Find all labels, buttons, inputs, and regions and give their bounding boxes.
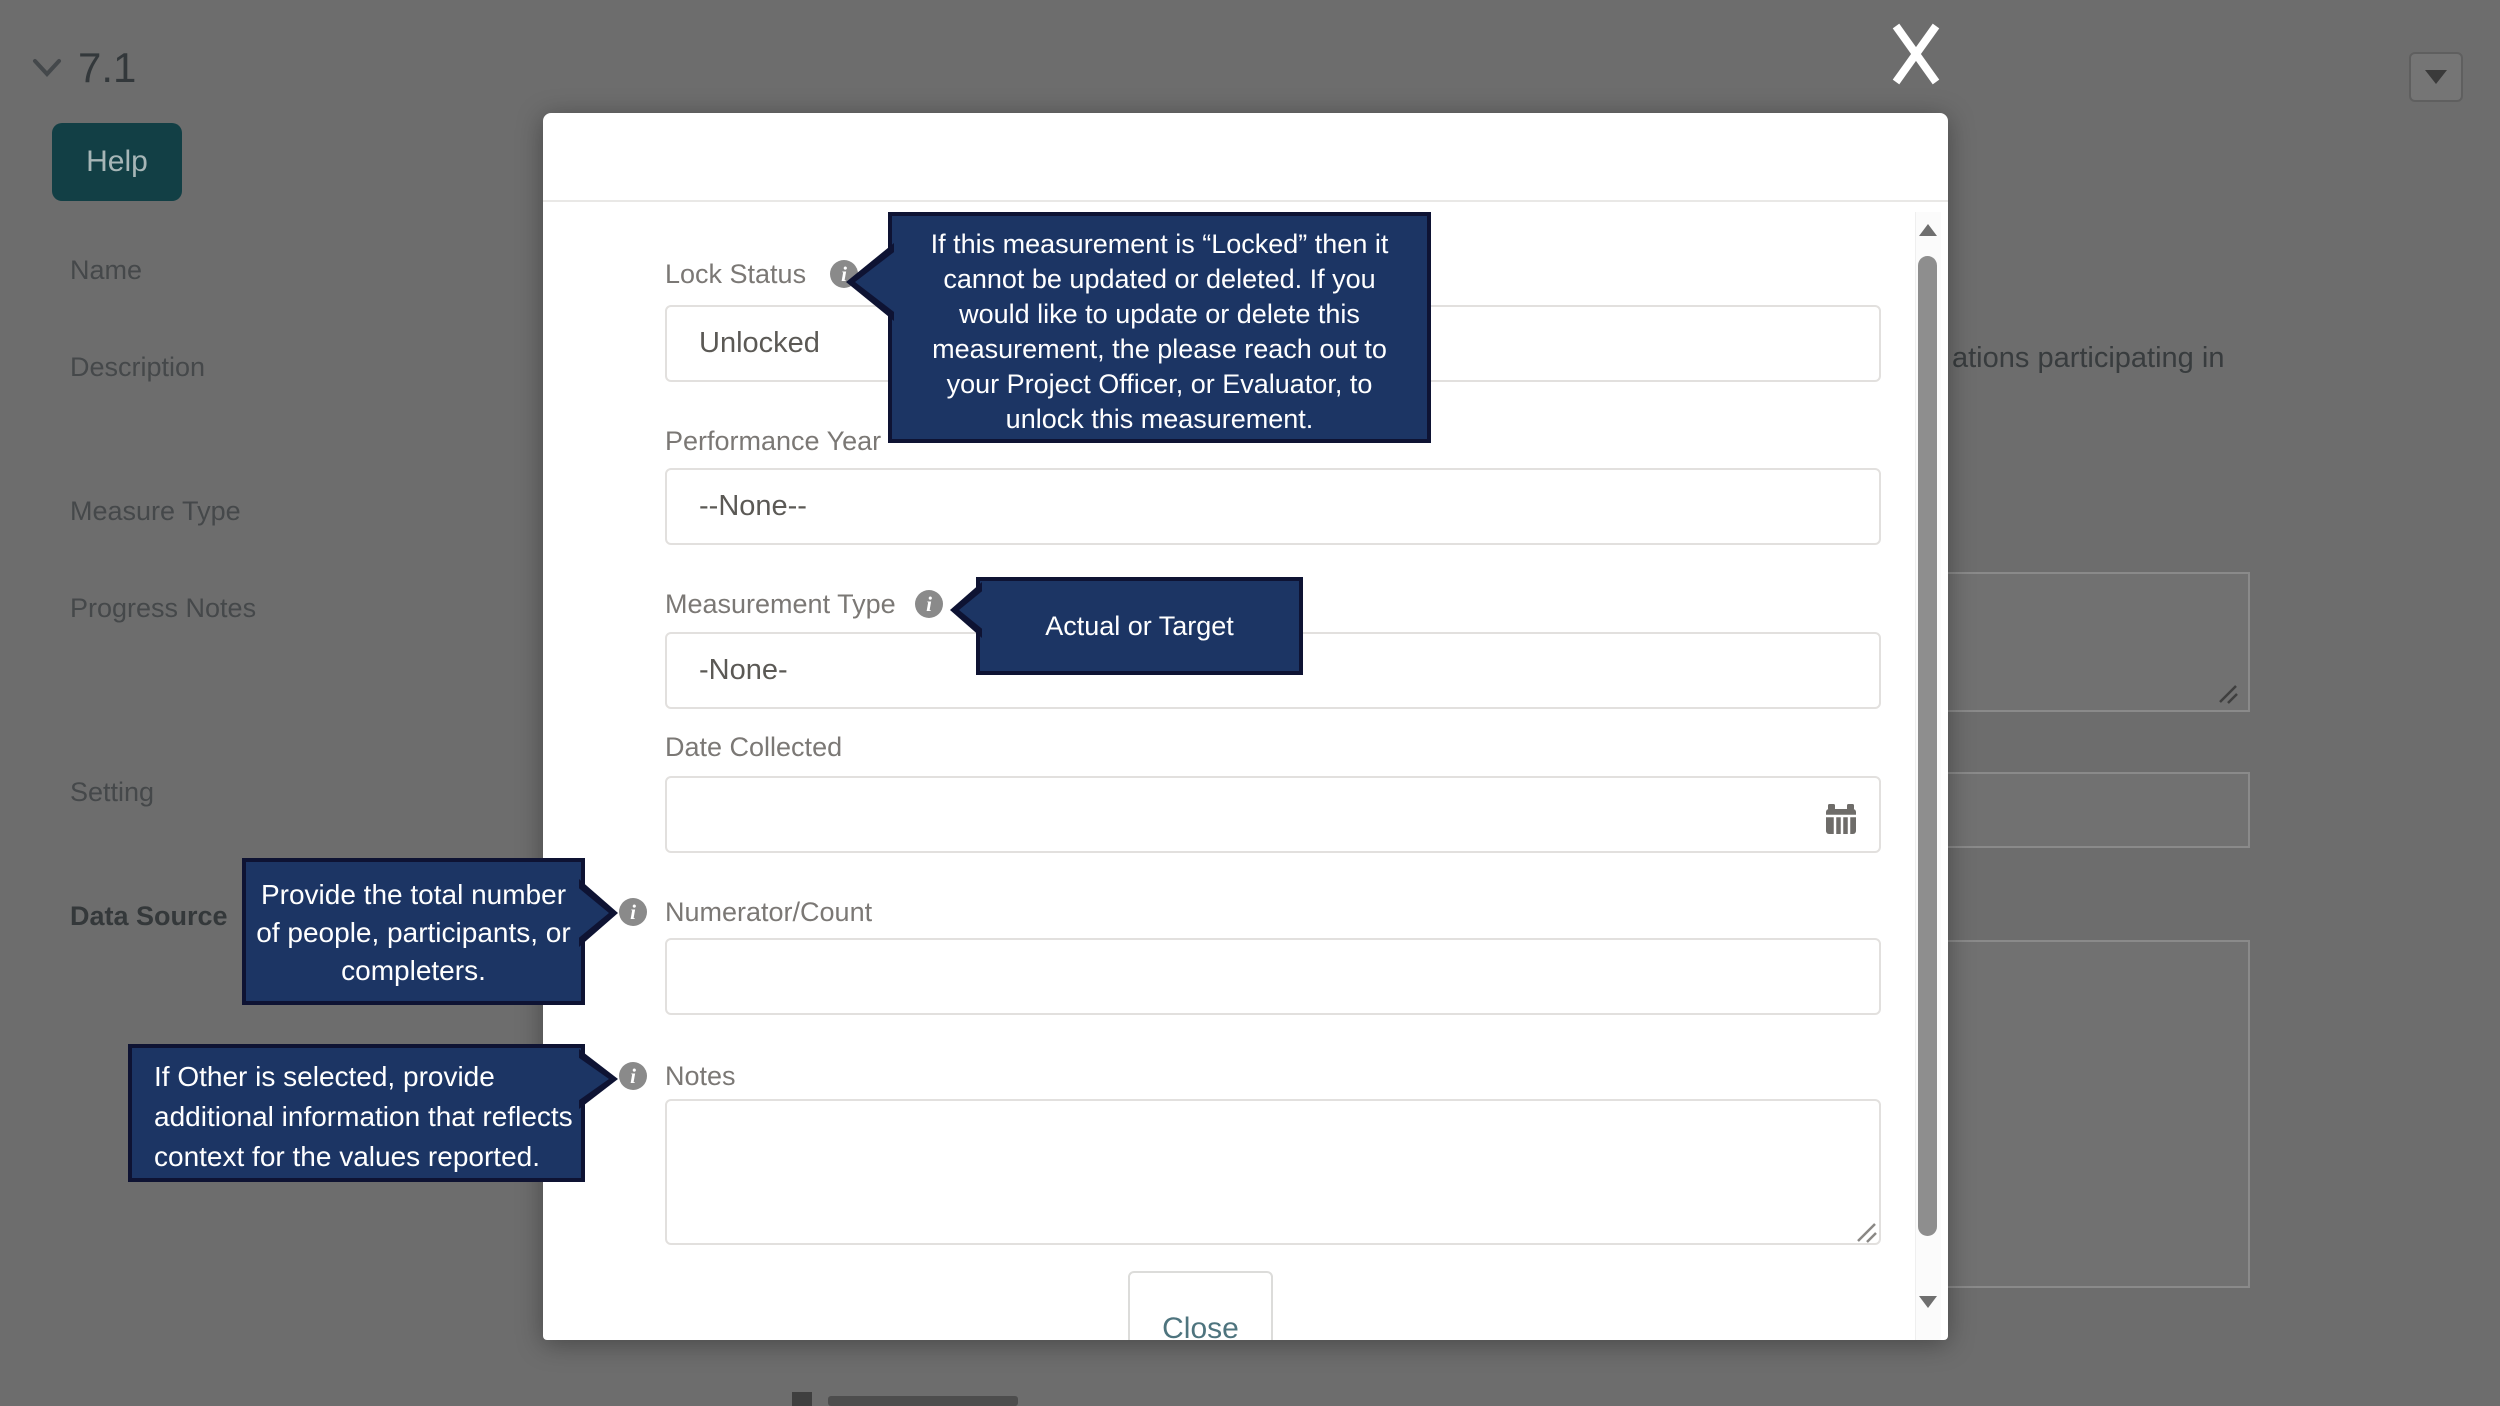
tooltip-line: completers.	[341, 955, 486, 986]
tooltip-line: additional information that reflects	[154, 1101, 573, 1132]
tooltip-line: Provide the total number	[260, 879, 567, 910]
measurement-type-tooltip-arrow	[950, 582, 982, 638]
bg-label-name: Name	[70, 255, 143, 285]
date-collected-label: Date Collected	[665, 732, 843, 762]
date-collected-input[interactable]	[665, 776, 1881, 853]
bg-setting-input-fragment	[1946, 772, 2250, 848]
tooltip-line: If this measurement is “Locked” then it	[930, 229, 1389, 259]
description-text-fragment: ations participating in	[1952, 342, 2225, 374]
bg-dropdown-button	[2409, 52, 2463, 102]
numerator-input[interactable]	[665, 938, 1881, 1015]
textarea-resize-handle[interactable]	[1853, 1219, 1879, 1245]
section-label: 7.1	[78, 44, 137, 91]
numerator-label: Numerator/Count	[665, 897, 873, 927]
bg-label-description: Description	[70, 352, 206, 382]
notes-textarea[interactable]	[665, 1099, 1881, 1245]
tooltip-line: Actual or Target	[1045, 611, 1234, 641]
triangle-down-icon	[1919, 1296, 1937, 1308]
close-button[interactable]: Close	[1128, 1271, 1273, 1340]
lock-status-tooltip-arrow	[846, 243, 894, 321]
modal-header-divider	[543, 200, 1948, 202]
partial-checkbox	[792, 1392, 812, 1406]
bg-label-setting: Setting	[70, 777, 155, 807]
bg-progress-notes-textarea-fragment	[1946, 572, 2250, 712]
numerator-info-icon[interactable]: i	[619, 898, 647, 926]
lock-status-label: Lock Status	[665, 259, 807, 289]
close-icon[interactable]	[1890, 20, 1942, 88]
tooltip-line: If Other is selected, provide	[154, 1061, 495, 1092]
triangle-up-icon	[1919, 224, 1937, 236]
scroll-up-arrow[interactable]	[1917, 221, 1939, 239]
caret-down-icon	[2425, 70, 2447, 84]
notes-tooltip: If Other is selected, provide additional…	[128, 1044, 585, 1182]
tooltip-line: measurement, the please reach out to	[932, 334, 1387, 364]
calendar-icon[interactable]	[1823, 801, 1859, 837]
notes-tooltip-arrow	[579, 1049, 618, 1109]
notes-label: Notes	[665, 1061, 736, 1091]
performance-year-label: Performance Year	[665, 426, 882, 456]
notes-info-icon[interactable]: i	[619, 1062, 647, 1090]
tooltip-line: context for the values reported.	[154, 1141, 540, 1172]
bg-data-source-box-fragment	[1946, 940, 2250, 1288]
bg-label-data-source: Data Source	[70, 901, 228, 931]
scroll-down-arrow[interactable]	[1917, 1293, 1939, 1311]
measurement-type-label: Measurement Type	[665, 589, 896, 619]
bg-label-progress-notes: Progress Notes	[70, 593, 257, 623]
tooltip-line: cannot be updated or deleted. If you	[943, 264, 1376, 294]
tooltip-line: would like to update or delete this	[959, 299, 1360, 329]
resize-handle-icon	[2219, 685, 2238, 704]
help-button[interactable]: Help	[52, 123, 182, 201]
bg-label-measure-type: Measure Type	[70, 496, 241, 526]
tooltip-line: of people, participants, or	[256, 917, 571, 948]
numerator-tooltip: Provide the total number of people, part…	[242, 858, 585, 1005]
lock-status-tooltip: If this measurement is “Locked” then it …	[888, 212, 1431, 443]
measurement-type-tooltip: Actual or Target	[976, 577, 1303, 675]
modal-scrollbar-thumb[interactable]	[1918, 256, 1937, 1236]
partial-checkbox-label	[828, 1396, 1018, 1406]
numerator-tooltip-arrow	[579, 879, 618, 947]
chevron-down-icon[interactable]	[32, 57, 62, 79]
measurement-type-info-icon[interactable]: i	[915, 590, 943, 618]
performance-year-field[interactable]: --None--	[665, 468, 1881, 545]
tooltip-line: unlock this measurement.	[1005, 404, 1314, 434]
tooltip-line: your Project Officer, or Evaluator, to	[946, 369, 1373, 399]
